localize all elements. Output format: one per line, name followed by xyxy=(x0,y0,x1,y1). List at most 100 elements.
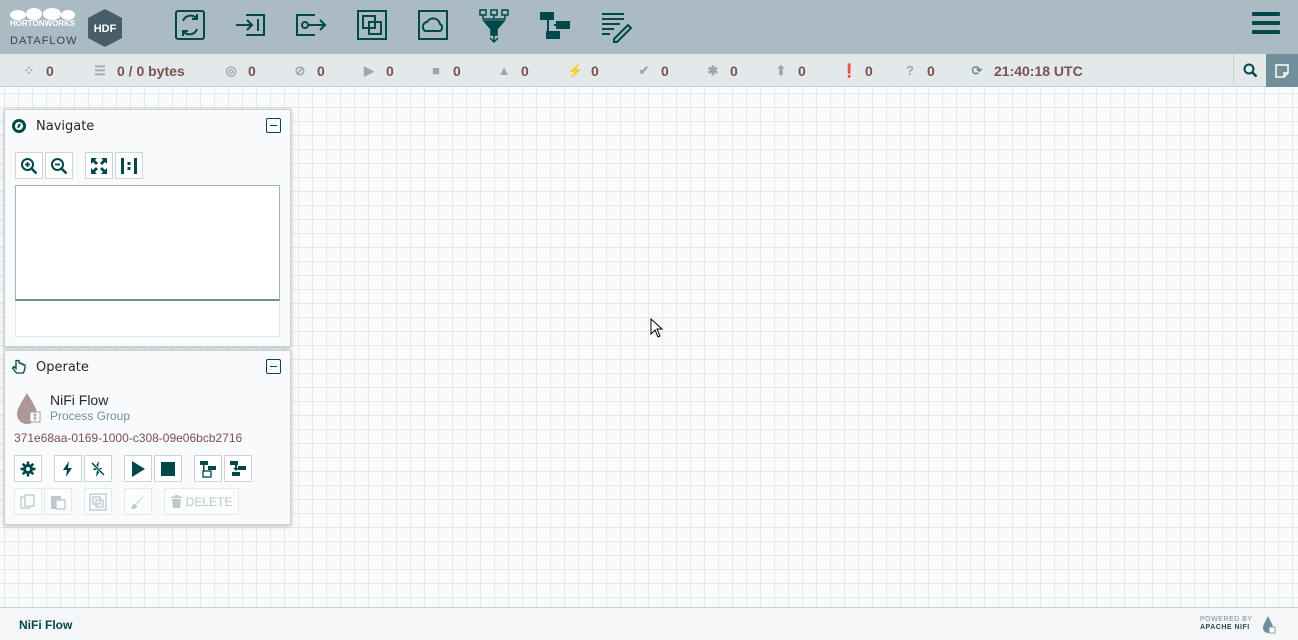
refresh-stat[interactable]: ⟳ 21:40:18 UTC xyxy=(970,54,1083,87)
bulletin-board-button[interactable] xyxy=(1266,54,1298,87)
stale-stat: ⬆ 0 xyxy=(775,62,806,79)
logo-product: DATAFLOW xyxy=(10,35,78,47)
navigate-header: Navigate xyxy=(5,110,290,142)
active-threads-stat: ⁘ 0 xyxy=(23,62,54,79)
remote-process-group-button[interactable] xyxy=(414,6,452,44)
stop-button[interactable] xyxy=(154,455,182,482)
color-button[interactable] xyxy=(124,488,152,515)
actual-size-icon xyxy=(121,157,137,174)
processor-icon xyxy=(175,10,205,40)
zoom-in-button[interactable] xyxy=(15,152,43,179)
hamburger-menu-icon[interactable] xyxy=(1252,12,1280,38)
input-port-icon xyxy=(236,14,265,36)
disable-button[interactable] xyxy=(84,455,112,482)
actual-size-button[interactable] xyxy=(115,152,143,179)
navigate-title: Navigate xyxy=(36,119,95,134)
footer-bar: NiFi Flow POWERED BY APACHE NIFI xyxy=(0,607,1298,640)
label-icon xyxy=(602,13,633,43)
bolt-slash-icon xyxy=(90,460,106,477)
start-button[interactable] xyxy=(124,455,152,482)
transmitting-stat: ◎ 0 xyxy=(225,62,256,79)
refresh-icon[interactable]: ⟳ xyxy=(970,63,984,79)
transmitting-icon: ◎ xyxy=(225,62,237,78)
arrow-circle-up-icon: ⬆ xyxy=(775,62,787,78)
zoom-out-button[interactable] xyxy=(45,152,73,179)
stop-icon xyxy=(161,461,175,476)
list-icon: ☰ xyxy=(94,62,106,78)
running-stat: ▶ 0 xyxy=(364,62,394,79)
fit-button[interactable] xyxy=(85,152,113,179)
label-button[interactable] xyxy=(597,6,635,44)
create-template-icon xyxy=(200,460,216,478)
selection-name: NiFi Flow xyxy=(50,392,109,408)
question-icon: ? xyxy=(906,63,914,78)
last-refreshed-time: 21:40:18 UTC xyxy=(994,62,1083,79)
zoom-out-icon xyxy=(51,157,68,174)
funnel-icon xyxy=(479,9,509,43)
navigate-palette: Navigate xyxy=(4,109,291,347)
nifi-logo-icon xyxy=(1263,616,1276,634)
configure-button[interactable] xyxy=(14,455,42,482)
disabled-stat: ⚡ 0 xyxy=(567,62,599,79)
process-group-icon xyxy=(357,10,387,40)
zoom-in-icon xyxy=(21,157,38,174)
search-icon xyxy=(1243,63,1257,78)
template-button[interactable] xyxy=(536,6,574,44)
gear-icon xyxy=(20,461,36,476)
not-transmitting-icon: ⊘ xyxy=(294,62,306,78)
funnel-button[interactable] xyxy=(475,6,513,44)
powered-by-line2: APACHE NIFI xyxy=(1200,624,1250,631)
operate-title: Operate xyxy=(36,360,89,375)
upload-template-button[interactable] xyxy=(224,455,252,482)
selection-type: Process Group xyxy=(50,409,131,423)
svg-text:HDF: HDF xyxy=(94,23,117,35)
copy-icon xyxy=(20,493,35,509)
processor-button[interactable] xyxy=(171,6,209,44)
stop-icon: ■ xyxy=(432,63,440,78)
header-bar: HORTONWORKS DATAFLOW HDF xyxy=(0,0,1298,54)
delete-button[interactable]: DELETE xyxy=(164,488,239,515)
asterisk-icon: ✱ xyxy=(707,62,719,78)
operate-collapse-button[interactable] xyxy=(266,359,281,374)
delete-label: DELETE xyxy=(185,494,233,509)
enable-button[interactable] xyxy=(54,455,82,482)
birdseye-view[interactable] xyxy=(15,185,280,301)
group-button[interactable] xyxy=(84,488,112,515)
operate-header: Operate xyxy=(5,351,290,383)
remote-process-group-icon xyxy=(418,10,448,40)
powered-by-line1: POWERED BY xyxy=(1200,616,1253,623)
selection-id: 371e68aa-0169-1000-c308-09e06bcb2716 xyxy=(14,431,243,445)
paste-button[interactable] xyxy=(44,488,72,515)
paste-icon xyxy=(51,495,66,510)
threads-icon: ⁘ xyxy=(23,62,35,78)
up-to-date-stat: ✔ 0 xyxy=(638,62,669,79)
process-group-button[interactable] xyxy=(353,6,391,44)
mouse-cursor-icon xyxy=(650,318,664,338)
flow-status-bar: ⁘ 0 ☰ 0 / 0 bytes ◎ 0 ⊘ 0 ▶ 0 ■ 0 ▲ 0 ⚡ 0 ✔ 0 ✱ 0 … xyxy=(0,54,1298,87)
bolt-icon xyxy=(63,460,72,477)
stopped-stat: ■ 0 xyxy=(429,54,461,87)
hdf-badge: HDF xyxy=(88,9,122,47)
input-port-button[interactable] xyxy=(231,6,269,44)
check-icon: ✔ xyxy=(638,62,650,78)
create-template-button[interactable] xyxy=(194,455,222,482)
upload-template-icon xyxy=(230,460,246,476)
hdf-logo: HORTONWORKS DATAFLOW HDF xyxy=(6,6,126,50)
queued-stat: ☰ 0 / 0 bytes xyxy=(94,62,185,79)
sync-failure-stat: ❗ 0 xyxy=(841,62,873,79)
search-button[interactable] xyxy=(1233,54,1266,87)
trash-icon xyxy=(170,495,182,508)
breadcrumb[interactable]: NiFi Flow xyxy=(19,618,72,632)
invalid-stat: ▲ 0 xyxy=(497,62,529,79)
compass-icon xyxy=(12,119,26,133)
play-icon: ▶ xyxy=(364,62,374,78)
copy-button[interactable] xyxy=(14,488,42,515)
navigate-collapse-button[interactable] xyxy=(266,118,281,133)
warning-icon: ▲ xyxy=(497,63,511,78)
hand-pointer-icon xyxy=(11,359,26,374)
powered-by-text: POWERED BY APACHE NIFI xyxy=(1200,616,1252,632)
logo-brand: HORTONWORKS xyxy=(10,19,76,28)
birdseye-footer xyxy=(15,301,280,337)
output-port-button[interactable] xyxy=(292,6,330,44)
group-icon xyxy=(89,492,107,511)
